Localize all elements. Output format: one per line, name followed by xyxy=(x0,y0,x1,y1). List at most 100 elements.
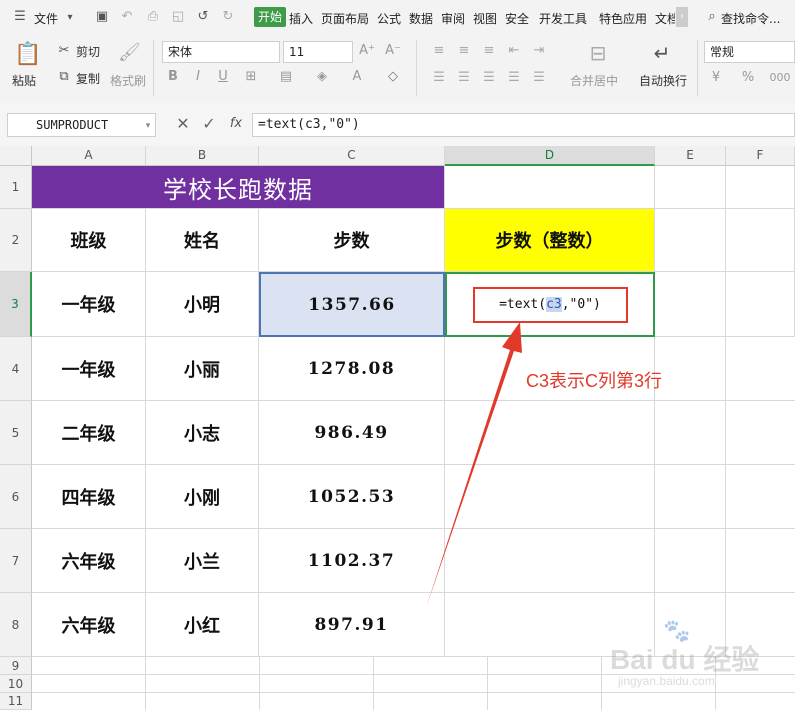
tab-formulas[interactable]: 公式 xyxy=(377,10,401,27)
header-class[interactable]: 班级 xyxy=(32,209,146,272)
copy-button[interactable]: 复制 xyxy=(76,70,100,87)
number-format-select[interactable]: 常规 xyxy=(704,41,795,63)
column-header-e[interactable]: E xyxy=(655,146,726,166)
tab-developer[interactable]: 开发工具 xyxy=(539,10,587,27)
undo-icon[interactable]: ↺ xyxy=(195,9,211,25)
confirm-icon[interactable]: ✓ xyxy=(200,116,218,132)
tab-data[interactable]: 数据 xyxy=(409,10,433,27)
cell-f2[interactable] xyxy=(726,209,795,272)
align-middle-icon[interactable]: ≡ xyxy=(457,43,471,59)
formula-edit-box[interactable]: =text(c3 ,"0") xyxy=(472,286,628,323)
file-menu[interactable]: 文件 xyxy=(34,10,58,27)
cancel-icon[interactable]: ✕ xyxy=(175,116,191,132)
class-cell[interactable]: 六年级 xyxy=(32,593,146,657)
merge-center-button[interactable]: 合并居中 xyxy=(570,72,618,89)
align-left-icon[interactable]: ☰ xyxy=(432,70,446,86)
align-top-icon[interactable]: ≡ xyxy=(432,43,446,59)
indent-increase-icon[interactable]: ⇥ xyxy=(532,43,546,59)
name-cell[interactable]: 小丽 xyxy=(146,337,259,401)
align-right-icon[interactable]: ☰ xyxy=(482,70,496,86)
column-header-c[interactable]: C xyxy=(259,146,445,166)
print-preview-icon[interactable]: ◱ xyxy=(170,9,186,25)
row-header-4[interactable]: 4 xyxy=(0,337,32,401)
format-painter-icon[interactable]: 🖌 xyxy=(118,42,141,64)
select-all-corner[interactable] xyxy=(0,146,32,166)
cut-button[interactable]: 剪切 xyxy=(76,43,100,60)
active-cell-d3[interactable]: =text(c3 ,"0") xyxy=(445,272,655,337)
name-cell[interactable]: 小刚 xyxy=(146,465,259,529)
chevron-down-icon[interactable]: ▾ xyxy=(64,10,76,26)
cell-e3[interactable] xyxy=(655,272,726,337)
paste-button[interactable]: 粘贴 xyxy=(12,72,36,89)
undo-history-icon[interactable]: ↶ xyxy=(119,9,135,25)
row-header-2[interactable]: 2 xyxy=(0,209,32,272)
class-cell[interactable]: 一年级 xyxy=(32,272,146,337)
chevron-right-icon[interactable]: › xyxy=(676,7,688,27)
chevron-down-icon[interactable]: ▾ xyxy=(143,118,153,134)
search-icon[interactable]: ⌕ xyxy=(704,9,720,25)
wrap-text-icon[interactable]: ↵ xyxy=(650,40,674,66)
tab-security[interactable]: 安全 xyxy=(505,10,529,27)
currency-icon[interactable]: ¥ xyxy=(708,70,724,86)
steps-cell[interactable]: 1102.37 xyxy=(259,529,445,593)
search-command[interactable]: 查找命令... xyxy=(721,10,780,27)
hamburger-menu-icon[interactable]: ☰ xyxy=(12,9,28,25)
eraser-icon[interactable]: ◇ xyxy=(385,69,401,85)
indent-decrease-icon[interactable]: ⇤ xyxy=(507,43,521,59)
align-center-icon[interactable]: ☰ xyxy=(457,70,471,86)
column-header-a[interactable]: A xyxy=(32,146,146,166)
copy-icon[interactable]: ⧉ xyxy=(56,69,72,85)
row-header-8[interactable]: 8 xyxy=(0,593,32,657)
row-header-3[interactable]: 3 xyxy=(0,272,32,337)
wrap-text-button[interactable]: 自动换行 xyxy=(639,72,687,89)
font-name-select[interactable]: 宋体 xyxy=(162,41,280,63)
redo-icon[interactable]: ↻ xyxy=(220,9,236,25)
class-cell[interactable]: 一年级 xyxy=(32,337,146,401)
cell-e2[interactable] xyxy=(655,209,726,272)
title-cell[interactable]: 学校长跑数据 xyxy=(32,166,445,209)
name-cell[interactable]: 小红 xyxy=(146,593,259,657)
column-header-d[interactable]: D xyxy=(445,146,655,166)
row-header-7[interactable]: 7 xyxy=(0,529,32,593)
name-box[interactable]: SUMPRODUCT xyxy=(7,113,156,137)
column-header-b[interactable]: B xyxy=(146,146,259,166)
percent-icon[interactable]: % xyxy=(740,70,756,86)
row-header-11[interactable]: 11 xyxy=(0,693,32,710)
save-icon[interactable]: ▣ xyxy=(94,9,110,25)
formula-input[interactable]: =text(c3,"0") xyxy=(252,113,795,137)
tab-home[interactable]: 开始 xyxy=(254,7,287,27)
tab-page-layout[interactable]: 页面布局 xyxy=(321,10,369,27)
format-painter-button[interactable]: 格式刷 xyxy=(110,72,146,89)
row-header-1[interactable]: 1 xyxy=(0,166,32,209)
italic-icon[interactable]: I xyxy=(191,69,205,85)
cell-e1[interactable] xyxy=(655,166,726,209)
name-cell[interactable]: 小明 xyxy=(146,272,259,337)
distribute-icon[interactable]: ☰ xyxy=(532,70,546,86)
tab-insert[interactable]: 插入 xyxy=(289,10,313,27)
cell-style-icon[interactable]: ▤ xyxy=(278,69,294,85)
cell-f1[interactable] xyxy=(726,166,795,209)
tab-document[interactable]: 文档 xyxy=(655,10,675,27)
bold-icon[interactable]: B xyxy=(166,69,180,85)
print-icon[interactable]: ⎙ xyxy=(145,9,161,25)
align-bottom-icon[interactable]: ≡ xyxy=(482,43,496,59)
underline-icon[interactable]: U xyxy=(216,69,230,85)
tab-view[interactable]: 视图 xyxy=(473,10,497,27)
steps-cell-highlighted[interactable]: 1357.66 xyxy=(259,272,445,337)
merge-cells-icon[interactable]: ⊟ xyxy=(586,40,610,66)
increase-font-icon[interactable]: A⁺ xyxy=(358,43,376,59)
cell-f3[interactable] xyxy=(726,272,795,337)
font-size-select[interactable]: 11 xyxy=(283,41,353,63)
class-cell[interactable]: 六年级 xyxy=(32,529,146,593)
steps-cell[interactable]: 897.91 xyxy=(259,593,445,657)
tab-review[interactable]: 审阅 xyxy=(441,10,465,27)
row-header-6[interactable]: 6 xyxy=(0,465,32,529)
paste-icon[interactable]: 📋 xyxy=(14,42,41,68)
name-cell[interactable]: 小兰 xyxy=(146,529,259,593)
steps-cell[interactable]: 1052.53 xyxy=(259,465,445,529)
empty-cells-column-f[interactable] xyxy=(726,337,795,657)
header-steps-integer[interactable]: 步数（整数） xyxy=(445,209,655,272)
cell-d1[interactable] xyxy=(445,166,655,209)
steps-cell[interactable]: 986.49 xyxy=(259,401,445,465)
font-color-icon[interactable]: A xyxy=(349,69,365,85)
